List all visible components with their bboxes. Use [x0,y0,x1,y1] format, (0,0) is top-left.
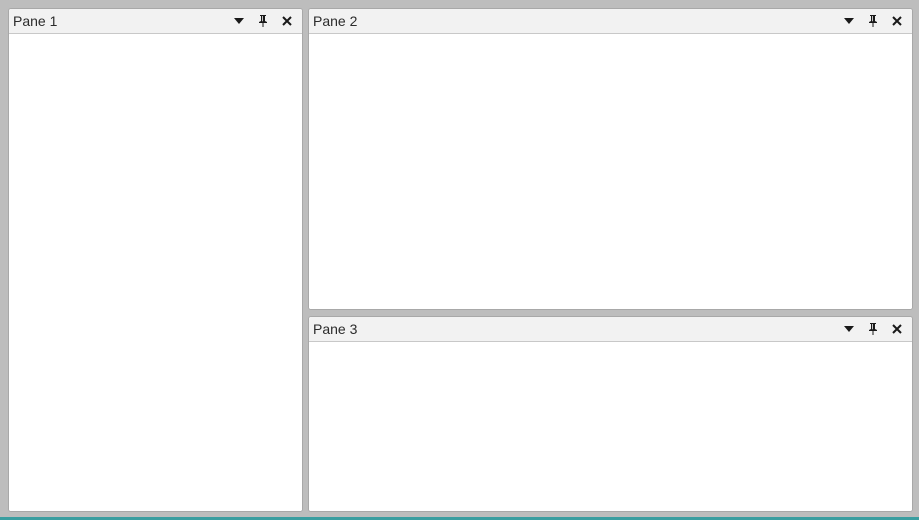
pane-3-content [309,342,912,511]
pane-2-pin-button[interactable] [862,11,884,31]
pane-3: Pane 3 [308,316,913,512]
close-icon [892,324,902,334]
pane-1-header[interactable]: Pane 1 [9,9,302,34]
pane-3-header[interactable]: Pane 3 [309,317,912,342]
pane-3-pin-button[interactable] [862,319,884,339]
pin-icon [869,323,877,335]
pane-1: Pane 1 [8,8,303,512]
dock-container: Pane 1 Pane 2 Pane 3 [0,0,919,520]
pane-2-menu-button[interactable] [838,11,860,31]
dropdown-arrow-icon [844,18,854,24]
pane-2-content [309,34,912,309]
dropdown-arrow-icon [844,326,854,332]
close-icon [282,16,292,26]
pane-2-title: Pane 2 [313,13,358,29]
pane-2-close-button[interactable] [886,11,908,31]
pane-3-menu-button[interactable] [838,319,860,339]
pane-2-buttons [838,11,912,31]
pane-1-content [9,34,302,511]
pane-2-header[interactable]: Pane 2 [309,9,912,34]
pane-2: Pane 2 [308,8,913,310]
pane-1-buttons [228,11,302,31]
pane-3-close-button[interactable] [886,319,908,339]
pin-icon [259,15,267,27]
pane-1-close-button[interactable] [276,11,298,31]
pane-1-title: Pane 1 [13,13,58,29]
pane-1-menu-button[interactable] [228,11,250,31]
pane-1-pin-button[interactable] [252,11,274,31]
pane-3-title: Pane 3 [313,321,358,337]
pane-3-buttons [838,319,912,339]
pin-icon [869,15,877,27]
close-icon [892,16,902,26]
dropdown-arrow-icon [234,18,244,24]
